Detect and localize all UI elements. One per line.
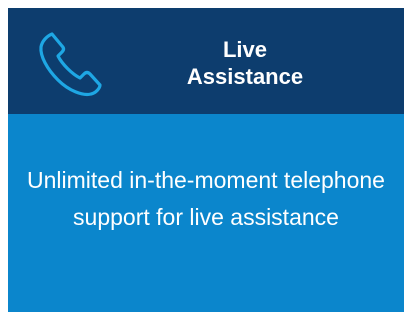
card-title-line-2: Assistance bbox=[186, 64, 304, 89]
card-title: Live Assistance bbox=[126, 36, 364, 90]
card-body: Unlimited in-the-moment telephone suppor… bbox=[8, 114, 404, 312]
card-header: Live Assistance bbox=[8, 8, 404, 114]
card-title-line-1: Live bbox=[222, 37, 268, 62]
live-assistance-card: Live Assistance Unlimited in-the-moment … bbox=[8, 8, 404, 312]
phone-icon bbox=[34, 28, 106, 100]
card-description: Unlimited in-the-moment telephone suppor… bbox=[27, 167, 385, 230]
